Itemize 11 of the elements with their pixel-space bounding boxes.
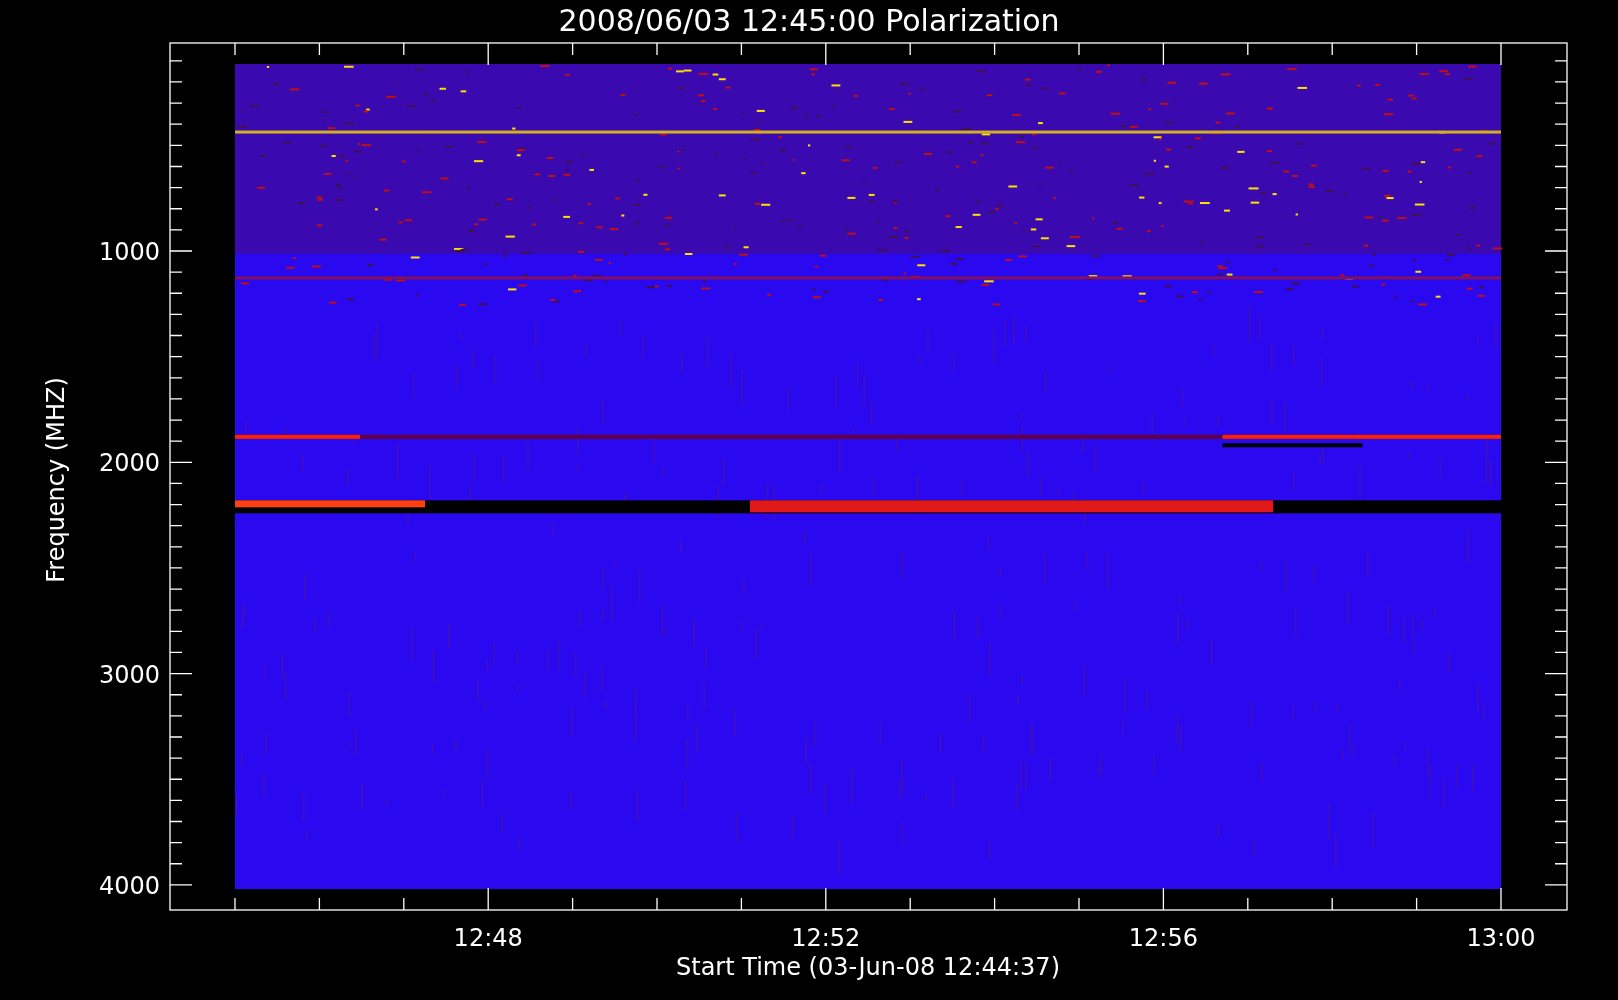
y-axis-label: Frequency (MHZ) bbox=[42, 377, 70, 583]
x-tick-label: 12:48 bbox=[453, 924, 523, 952]
y-tick-label: 1000 bbox=[98, 238, 160, 266]
y-tick-label: 4000 bbox=[98, 871, 160, 900]
x-tick-label: 13:00 bbox=[1466, 924, 1536, 952]
x-axis-label: Start Time (03-Jun-08 12:44:37) bbox=[676, 953, 1060, 981]
plot-title: 2008/06/03 12:45:00 Polarization bbox=[558, 3, 1060, 38]
y-tick-label: 3000 bbox=[98, 660, 160, 689]
x-tick-label: 12:56 bbox=[1128, 924, 1198, 952]
x-tick-label: 12:52 bbox=[791, 924, 861, 952]
y-tick-label: 2000 bbox=[98, 449, 160, 478]
